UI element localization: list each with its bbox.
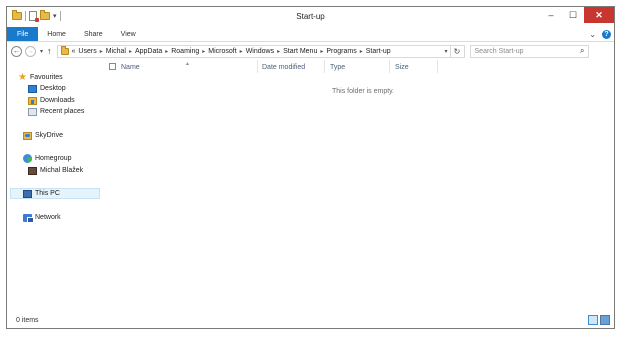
- chevron-right-icon[interactable]: ▸: [360, 48, 363, 55]
- select-all-checkbox[interactable]: [109, 63, 116, 70]
- nav-label: Recent places: [40, 108, 85, 115]
- expand-ribbon-icon[interactable]: ⌄: [589, 30, 596, 39]
- nav-label: Network: [35, 214, 61, 221]
- column-divider[interactable]: [389, 60, 390, 73]
- nav-label: Downloads: [40, 97, 75, 104]
- ribbon-right-controls: ⌄ ?: [589, 27, 614, 41]
- breadcrumb-appdata[interactable]: AppData: [135, 48, 162, 55]
- breadcrumb-start-menu[interactable]: Start Menu: [283, 48, 317, 55]
- nav-desktop[interactable]: Desktop: [28, 83, 66, 94]
- breadcrumb-programs[interactable]: Programs: [326, 48, 356, 55]
- item-count: 0 items: [16, 316, 39, 324]
- minimize-button[interactable]: –: [540, 7, 562, 23]
- nav-recent-places[interactable]: Recent places: [28, 106, 84, 117]
- column-divider[interactable]: [437, 60, 438, 73]
- chevron-right-icon[interactable]: ▸: [202, 48, 205, 55]
- view-switcher: [588, 315, 610, 325]
- column-date-modified[interactable]: Date modified: [262, 62, 305, 72]
- search-icon[interactable]: ⌕: [580, 46, 584, 56]
- column-headers: ▲ Name Date modified Type Size: [102, 60, 614, 73]
- close-button[interactable]: ✕: [584, 7, 614, 23]
- nav-label: This PC: [35, 190, 60, 197]
- file-list[interactable]: ▲ Name Date modified Type Size This fold…: [102, 60, 614, 312]
- chevron-right-icon[interactable]: ▸: [129, 48, 132, 55]
- forward-button[interactable]: →: [25, 45, 36, 57]
- window-title: Start-up: [296, 12, 325, 21]
- user-avatar-icon: [28, 166, 37, 175]
- chevron-right-icon[interactable]: ▸: [165, 48, 168, 55]
- navigation-bar: ← → ▾ ↑ « Users ▸ Michal ▸ AppData ▸ Roa…: [7, 42, 614, 60]
- breadcrumb-roaming[interactable]: Roaming: [171, 48, 199, 55]
- chevron-right-icon[interactable]: ▸: [277, 48, 280, 55]
- column-size[interactable]: Size: [395, 62, 409, 72]
- homegroup-icon: [23, 154, 32, 163]
- refresh-button[interactable]: ↻: [450, 44, 465, 58]
- skydrive-icon: [23, 131, 32, 140]
- tab-file[interactable]: File: [7, 27, 39, 41]
- nav-network[interactable]: Network: [23, 212, 61, 223]
- nav-favourites[interactable]: ★ Favourites: [18, 72, 63, 83]
- star-icon: ★: [18, 71, 27, 83]
- column-name[interactable]: Name: [121, 62, 140, 72]
- nav-label: Homegroup: [35, 155, 72, 162]
- column-divider[interactable]: [257, 60, 258, 73]
- empty-folder-message: This folder is empty.: [332, 88, 395, 95]
- address-history-dropdown[interactable]: ▾: [445, 48, 450, 55]
- nav-downloads[interactable]: Downloads: [28, 95, 75, 106]
- location-folder-icon: [60, 45, 69, 55]
- chevron-right-icon[interactable]: ▸: [100, 48, 103, 55]
- search-placeholder: Search Start-up: [474, 47, 524, 55]
- maximize-button[interactable]: ☐: [562, 7, 584, 23]
- breadcrumb-windows[interactable]: Windows: [246, 48, 274, 55]
- downloads-icon: [28, 96, 37, 105]
- nav-skydrive[interactable]: SkyDrive: [23, 130, 63, 141]
- network-icon: [23, 213, 34, 223]
- search-box[interactable]: Search Start-up ⌕: [469, 44, 589, 58]
- nav-user[interactable]: Michal Blažek: [28, 165, 83, 176]
- desktop-icon: [28, 84, 37, 93]
- up-button[interactable]: ↑: [47, 46, 52, 56]
- nav-label: Favourites: [30, 74, 63, 81]
- nav-label: Michal Blažek: [40, 167, 84, 174]
- breadcrumb-start-up[interactable]: Start-up: [366, 48, 391, 55]
- status-bar: 0 items: [7, 312, 614, 328]
- explorer-window: ▾ Start-up – ☐ ✕ File Home Share View ⌄ …: [6, 6, 615, 329]
- breadcrumb-michal[interactable]: Michal: [106, 48, 126, 55]
- chevron-right-icon[interactable]: ▸: [240, 48, 243, 55]
- sort-ascending-icon: ▲: [185, 61, 190, 67]
- column-type[interactable]: Type: [330, 62, 345, 72]
- window-controls: – ☐ ✕: [540, 7, 614, 23]
- title-bar[interactable]: ▾ Start-up – ☐ ✕: [7, 7, 614, 27]
- breadcrumb-users[interactable]: Users: [78, 48, 96, 55]
- address-bar[interactable]: « Users ▸ Michal ▸ AppData ▸ Roaming ▸ M…: [56, 44, 451, 58]
- help-icon[interactable]: ?: [602, 29, 611, 39]
- breadcrumb-overflow[interactable]: «: [72, 48, 76, 55]
- ribbon-tabs: File Home Share View ⌄ ?: [7, 27, 614, 42]
- tab-home[interactable]: Home: [38, 27, 75, 41]
- nav-this-pc[interactable]: This PC: [23, 188, 60, 199]
- nav-label: SkyDrive: [35, 132, 64, 139]
- details-view-icon[interactable]: [588, 315, 598, 325]
- breadcrumb-microsoft[interactable]: Microsoft: [208, 48, 236, 55]
- back-button[interactable]: ←: [11, 45, 22, 57]
- nav-label: Desktop: [40, 85, 66, 92]
- nav-homegroup[interactable]: Homegroup: [23, 153, 72, 164]
- column-divider[interactable]: [324, 60, 325, 73]
- chevron-right-icon[interactable]: ▸: [320, 48, 323, 55]
- large-icons-view-icon[interactable]: [600, 315, 610, 325]
- navigation-pane: ★ Favourites Desktop Downloads Recent pl…: [7, 60, 101, 312]
- tab-view[interactable]: View: [112, 27, 145, 41]
- recent-places-icon: [28, 107, 37, 116]
- recent-locations-dropdown[interactable]: ▾: [40, 48, 43, 55]
- tab-share[interactable]: Share: [75, 27, 112, 41]
- computer-icon: [23, 189, 32, 198]
